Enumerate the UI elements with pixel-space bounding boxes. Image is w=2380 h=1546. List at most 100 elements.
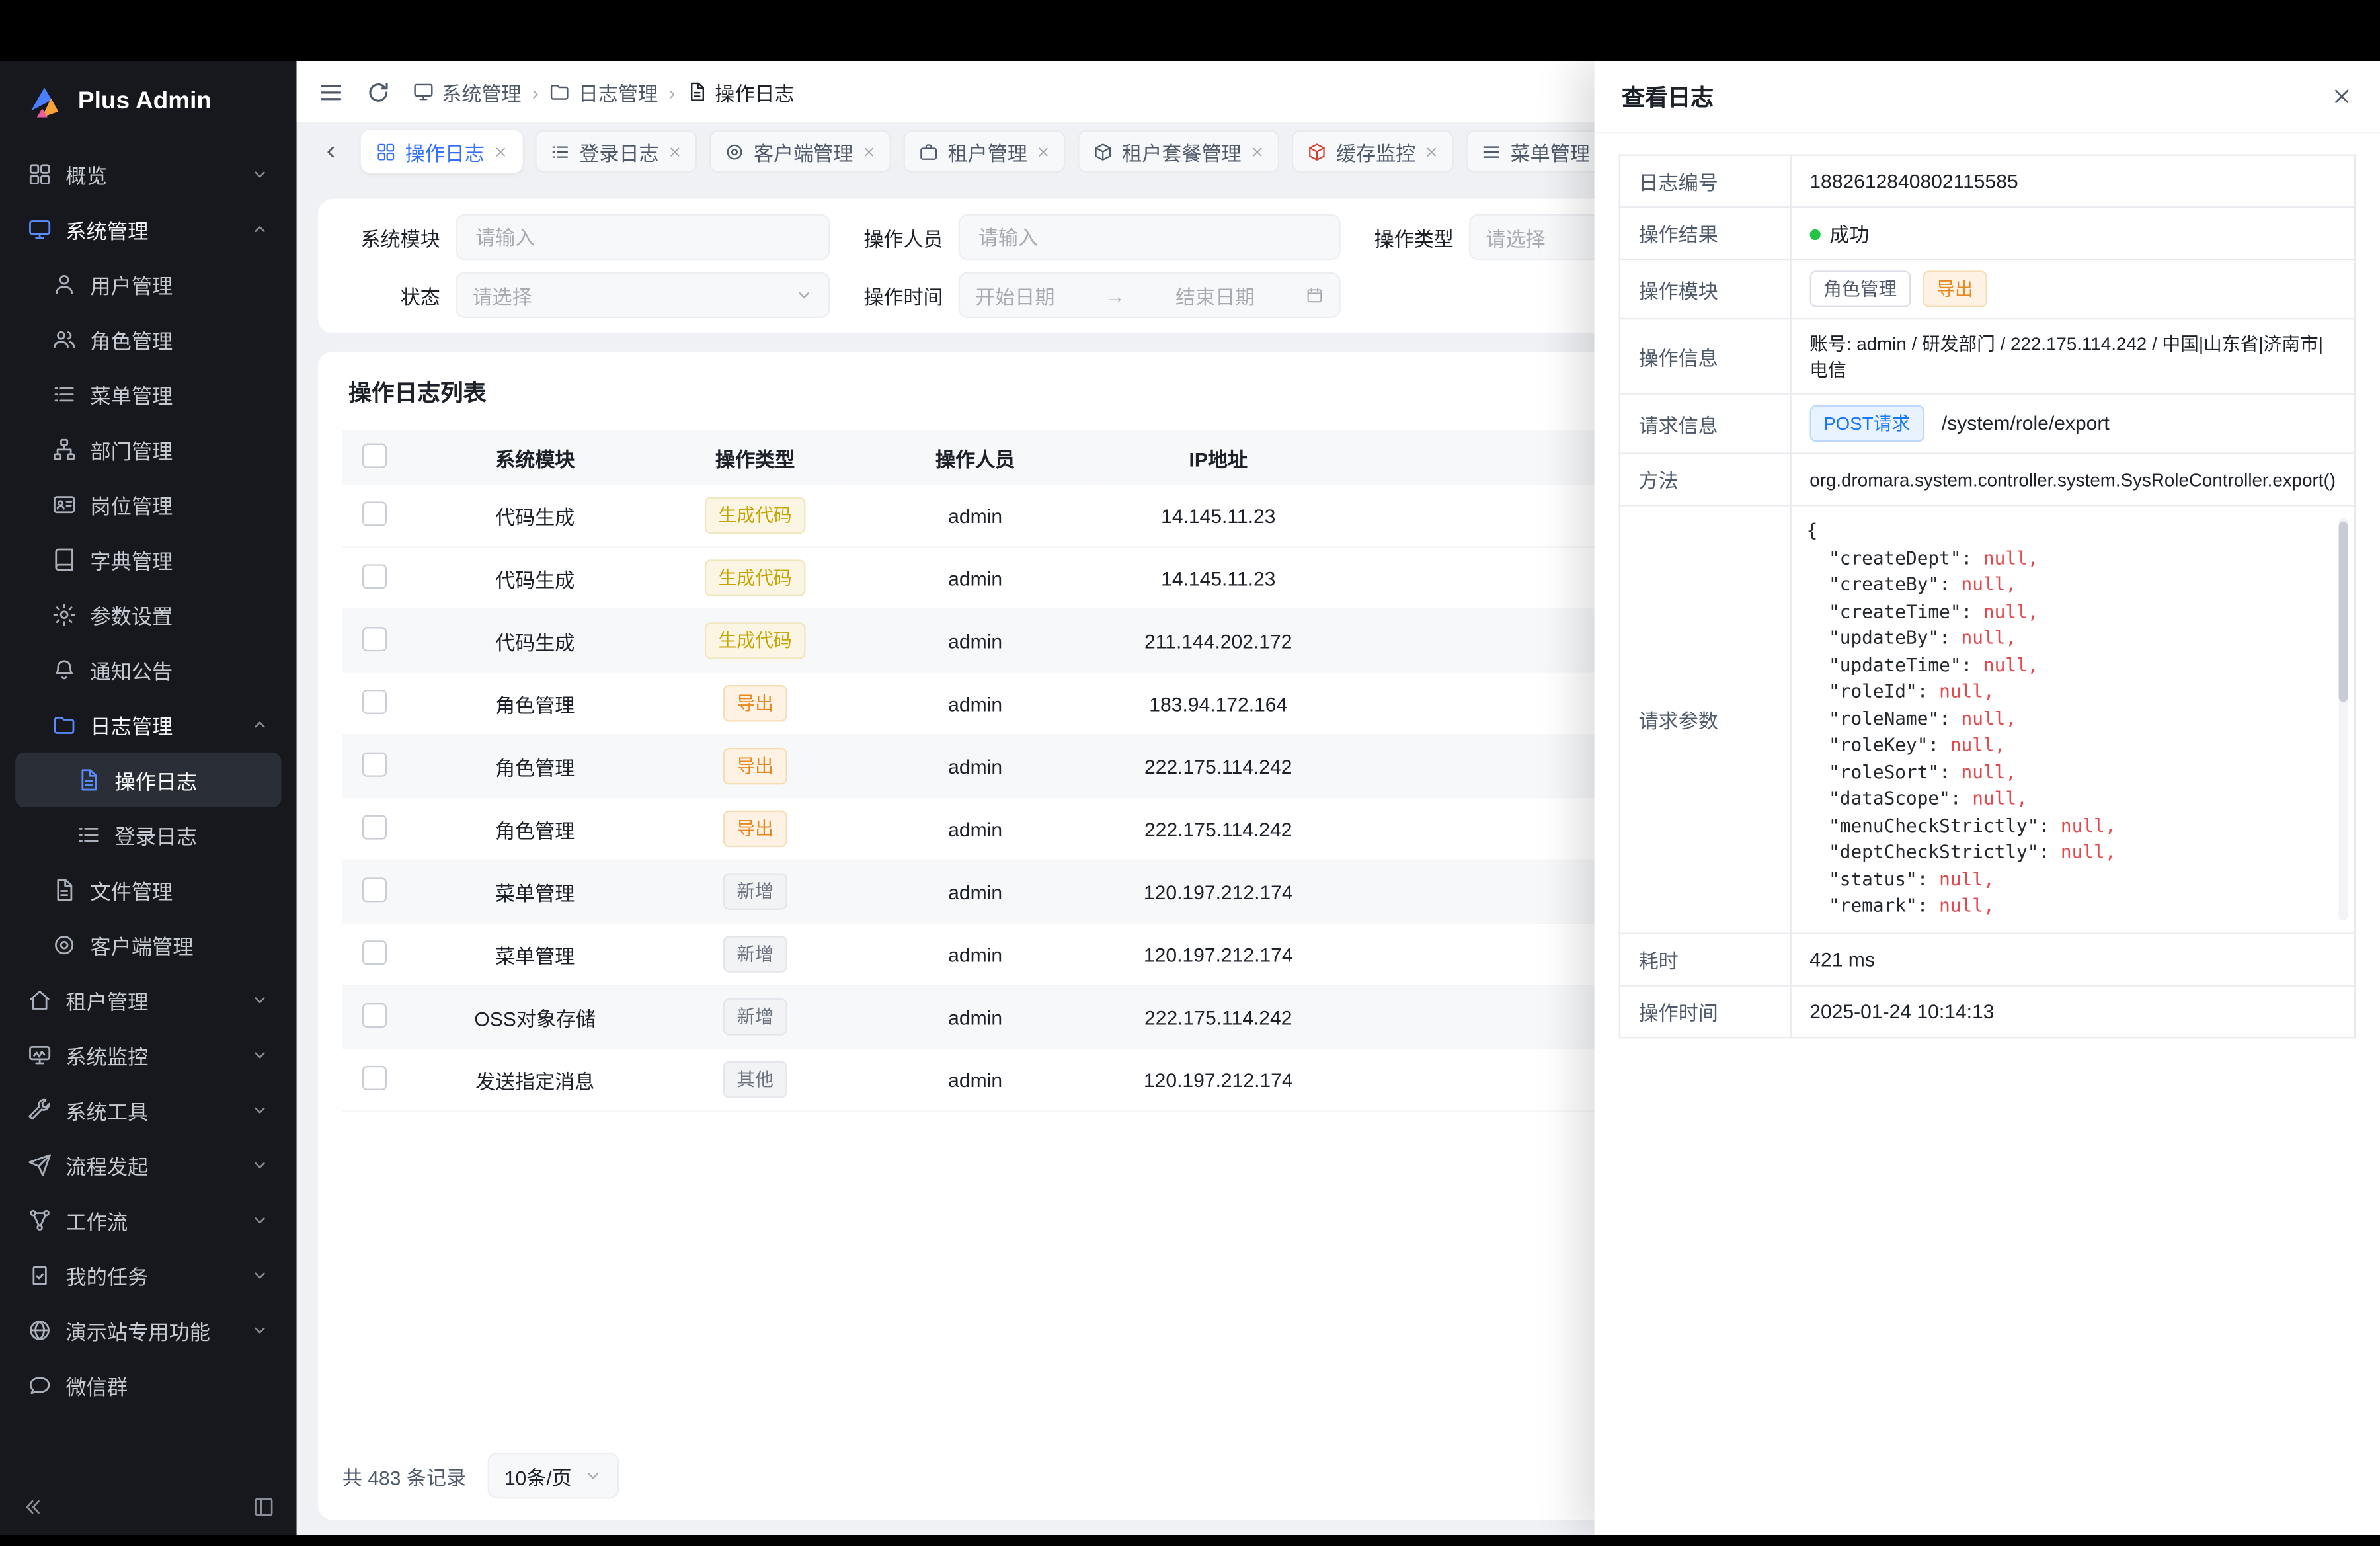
sidebar-item-file-mgmt[interactable]: 文件管理 (15, 862, 281, 917)
tab-operation-log[interactable]: 操作日志 (361, 130, 523, 173)
hamburger-icon (1482, 142, 1501, 161)
document-icon (686, 81, 707, 102)
row-checkbox[interactable] (362, 814, 387, 838)
close-icon[interactable] (2331, 86, 2352, 107)
drawer-header: 查看日志 (1595, 61, 2380, 134)
sidebar-item-system-monitor[interactable]: 系统监控 (15, 1028, 281, 1082)
module-filter-input[interactable] (456, 214, 830, 260)
operator-filter-input[interactable] (959, 214, 1341, 260)
sidebar-item-label: 菜单管理 (90, 380, 173, 410)
hamburger-icon[interactable] (318, 79, 344, 104)
sidebar-item-role-mgmt[interactable]: 角色管理 (15, 312, 281, 367)
refresh-icon[interactable] (366, 79, 391, 104)
calendar-icon (1306, 286, 1324, 304)
operation-type-tag: 新增 (723, 936, 787, 973)
detail-row-result: 操作结果 成功 (1620, 207, 2355, 259)
sidebar-item-post-mgmt[interactable]: 岗位管理 (15, 477, 281, 532)
chevron-down-icon (251, 1101, 269, 1119)
sidebar-item-wechat-group[interactable]: 微信群 (15, 1358, 281, 1413)
tab-login-log[interactable]: 登录日志 (535, 130, 697, 173)
row-checkbox[interactable] (362, 1002, 387, 1027)
json-params-block: { "createDept": null, "createBy": null, … (1792, 506, 2354, 932)
sidebar-item-overview[interactable]: 概览 (15, 147, 281, 202)
wrench-icon (28, 1098, 52, 1122)
close-icon[interactable] (668, 145, 682, 159)
row-checkbox[interactable] (362, 626, 387, 651)
sidebar-item-dict-mgmt[interactable]: 字典管理 (15, 532, 281, 587)
operation-type-tag: 新增 (723, 998, 787, 1036)
close-icon[interactable] (1037, 145, 1051, 159)
sidebar-item-user-mgmt[interactable]: 用户管理 (15, 257, 281, 312)
sidebar-item-process-start[interactable]: 流程发起 (15, 1138, 281, 1193)
row-checkbox[interactable] (362, 1065, 387, 1090)
sidebar-item-system-tools[interactable]: 系统工具 (15, 1082, 281, 1137)
close-icon[interactable] (862, 145, 876, 159)
detail-row-params: 请求参数 { "createDept": null, "createBy": n… (1620, 505, 2355, 932)
select-all-checkbox[interactable] (362, 442, 387, 467)
document-icon (52, 877, 77, 902)
brand-logo: Plus Admin (0, 61, 297, 144)
breadcrumb-system-mgmt[interactable]: 系统管理 (413, 77, 521, 106)
collapse-sidebar-icon[interactable] (21, 1495, 44, 1518)
module-input[interactable] (472, 224, 813, 250)
sidebar-item-demo-features[interactable]: 演示站专用功能 (15, 1303, 281, 1358)
page-size-select[interactable]: 10条/页 (487, 1453, 619, 1498)
sidebar-item-dept-mgmt[interactable]: 部门管理 (15, 422, 281, 477)
sidebar-item-param-settings[interactable]: 参数设置 (15, 587, 281, 642)
detail-row-method: 方法 org.dromara.system.controller.system.… (1620, 454, 2355, 506)
filter-label-module: 系统模块 (342, 222, 440, 251)
layout-toggle-icon[interactable] (253, 1495, 276, 1518)
status-filter-select[interactable]: 请选择 (456, 272, 830, 318)
breadcrumb-operation-log[interactable]: 操作日志 (686, 77, 795, 106)
date-start-placeholder: 开始日期 (975, 280, 1054, 309)
operation-type-tag: 导出 (723, 811, 787, 848)
chevron-down-icon (584, 1467, 602, 1485)
sidebar-item-menu-mgmt[interactable]: 菜单管理 (15, 367, 281, 422)
log-detail-table: 日志编号 1882612840802115585 操作结果 成功 操作模块 角色… (1619, 155, 2356, 1038)
operator-input[interactable] (975, 224, 1324, 250)
sidebar-item-system-mgmt[interactable]: 系统管理 (15, 202, 281, 257)
sidebar-item-label: 微信群 (65, 1370, 128, 1401)
folder-icon (549, 81, 571, 102)
close-icon[interactable] (1251, 145, 1265, 159)
sidebar-item-log-mgmt[interactable]: 日志管理 (15, 698, 281, 753)
sidebar-item-notice[interactable]: 通知公告 (15, 642, 281, 697)
close-icon[interactable] (494, 145, 508, 159)
scrollbar-thumb[interactable] (2339, 522, 2348, 702)
org-tree-icon (52, 437, 77, 462)
sidebar-item-workflow[interactable]: 工作流 (15, 1193, 281, 1248)
tab-cache-monitor[interactable]: 缓存监控 (1292, 130, 1454, 173)
sidebar-item-tenant-mgmt[interactable]: 租户管理 (15, 973, 281, 1028)
row-checkbox[interactable] (362, 563, 387, 588)
sidebar-item-my-tasks[interactable]: 我的任务 (15, 1248, 281, 1303)
row-checkbox[interactable] (362, 940, 387, 964)
page-size-value: 10条/页 (504, 1461, 572, 1490)
row-checkbox[interactable] (362, 689, 387, 713)
result-value: 成功 (1790, 207, 2354, 259)
row-checkbox[interactable] (362, 877, 387, 901)
breadcrumb-log-mgmt[interactable]: 日志管理 (549, 77, 658, 106)
operation-type-tag: 生成代码 (705, 622, 806, 659)
sidebar-item-client-mgmt[interactable]: 客户端管理 (15, 918, 281, 973)
chart-icon (28, 1043, 52, 1067)
tab-label: 操作日志 (405, 137, 485, 166)
row-checkbox[interactable] (362, 752, 387, 776)
scroll-tabs-left-button[interactable] (312, 133, 348, 170)
close-icon[interactable] (1425, 145, 1439, 159)
row-checkbox[interactable] (362, 501, 387, 525)
brand-logo-icon (24, 83, 64, 122)
tab-client-mgmt[interactable]: 客户端管理 (709, 130, 891, 173)
tab-tenant-package-mgmt[interactable]: 租户套餐管理 (1078, 130, 1279, 173)
filter-label-type: 操作类型 (1356, 222, 1454, 251)
sidebar-item-operation-log[interactable]: 操作日志 (15, 753, 281, 807)
sidebar-item-label: 我的任务 (65, 1260, 148, 1291)
sidebar-item-label: 岗位管理 (90, 489, 173, 520)
sidebar-item-login-log[interactable]: 登录日志 (15, 807, 281, 862)
list-icon (550, 142, 570, 161)
time-range-picker[interactable]: 开始日期 → 结束日期 (959, 272, 1341, 318)
tab-tenant-mgmt[interactable]: 租户管理 (904, 130, 1066, 173)
filter-label-status: 状态 (342, 280, 440, 309)
task-icon (28, 1263, 52, 1287)
tab-label: 租户套餐管理 (1122, 137, 1241, 166)
sidebar-item-label: 流程发起 (65, 1150, 148, 1180)
